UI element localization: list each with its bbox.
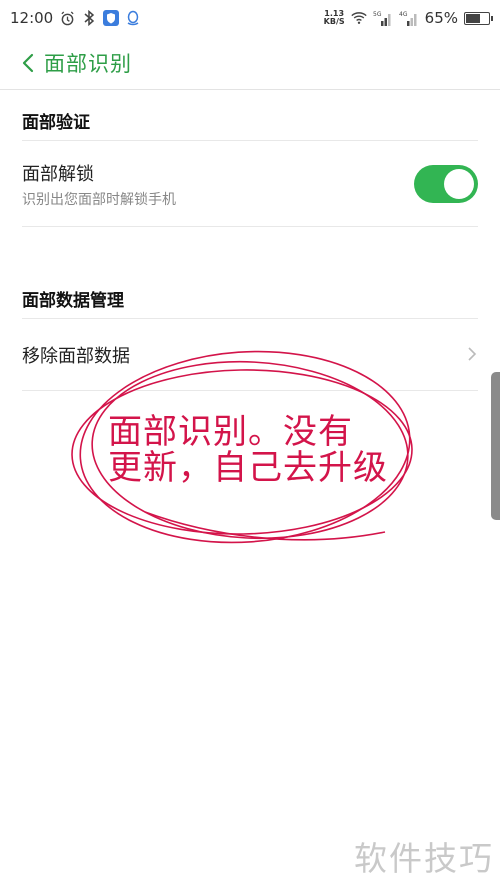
signal-sim1-icon: 5G	[373, 10, 393, 26]
shield-app-icon	[103, 10, 120, 26]
toggle-knob	[444, 169, 474, 199]
divider	[22, 318, 478, 319]
watermark: 软件技巧	[354, 839, 494, 878]
section-title-face-verify: 面部验证	[22, 113, 90, 133]
chevron-right-icon	[468, 347, 477, 361]
divider	[22, 140, 478, 141]
section-title-face-data: 面部数据管理	[22, 291, 124, 311]
battery-level	[466, 13, 480, 23]
status-time: 12:00	[10, 9, 54, 27]
status-bar: 12:00 1.13 KB/S 5G 4G 65%	[0, 0, 500, 36]
status-left: 12:00	[10, 9, 141, 27]
bluetooth-icon	[81, 10, 97, 26]
remove-face-data-label: 移除面部数据	[22, 346, 130, 367]
app-bar: 面部识别	[0, 36, 500, 90]
face-unlock-title: 面部解锁	[22, 164, 94, 185]
divider	[22, 226, 478, 227]
svg-text:5G: 5G	[373, 11, 382, 18]
back-button[interactable]	[18, 49, 38, 77]
edge-scroll-handle[interactable]	[491, 372, 500, 520]
divider	[22, 390, 478, 391]
signal-sim2-icon: 4G	[399, 10, 419, 26]
network-speed: 1.13 KB/S	[324, 10, 345, 26]
battery-percent: 65%	[424, 9, 458, 27]
face-unlock-toggle[interactable]	[414, 165, 478, 203]
alarm-icon	[59, 10, 75, 26]
qq-icon	[125, 10, 141, 26]
page-title: 面部识别	[44, 51, 132, 76]
status-right: 1.13 KB/S 5G 4G 65%	[324, 9, 493, 27]
chevron-left-icon	[22, 53, 34, 72]
wifi-icon	[350, 10, 367, 26]
annotation-line-2: 更新，自己去升级	[108, 448, 388, 488]
speed-unit: KB/S	[323, 17, 345, 26]
battery-icon	[464, 11, 493, 25]
svg-text:4G: 4G	[399, 11, 408, 18]
face-unlock-subtitle: 识别出您面部时解锁手机	[22, 192, 176, 208]
